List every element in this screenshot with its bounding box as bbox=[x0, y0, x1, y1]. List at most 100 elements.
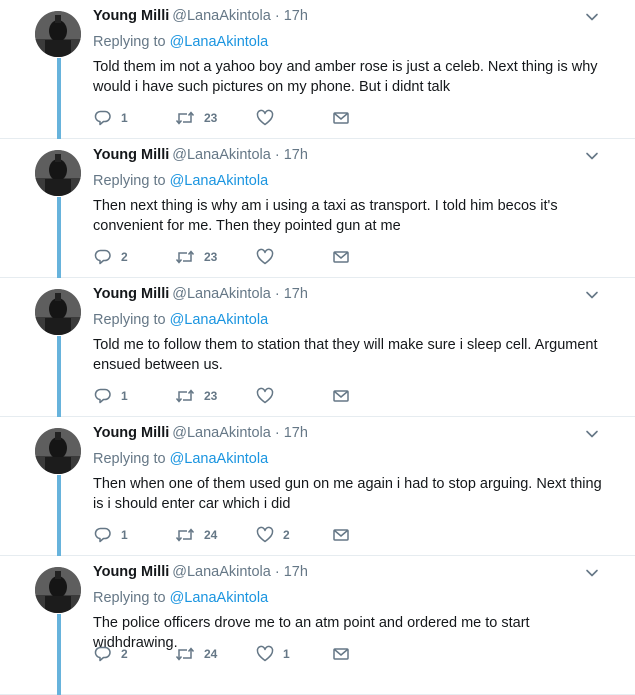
tweet[interactable]: Young Milli @LanaAkintola · 17h Replying … bbox=[0, 0, 635, 139]
reply-count: 1 bbox=[121, 389, 128, 403]
mention-link[interactable]: @LanaAkintola bbox=[170, 34, 269, 50]
user-handle[interactable]: @LanaAkintola bbox=[172, 564, 271, 580]
tweet-text: Then when one of them used gun on me aga… bbox=[93, 476, 602, 512]
like-count: 1 bbox=[283, 647, 290, 661]
user-handle[interactable]: @LanaAkintola bbox=[172, 286, 271, 302]
replying-to-label: Replying to bbox=[93, 451, 166, 467]
tweet-actions: 1 24 2 bbox=[93, 526, 363, 544]
direct-message-button[interactable] bbox=[332, 387, 350, 405]
user-handle[interactable]: @LanaAkintola bbox=[172, 425, 271, 441]
avatar[interactable] bbox=[35, 428, 81, 474]
heart-icon bbox=[256, 645, 274, 663]
tweet-actions: 1 23 bbox=[93, 109, 363, 127]
direct-message-button[interactable] bbox=[332, 248, 350, 266]
tweet-header: Young Milli @LanaAkintola · 17h bbox=[93, 286, 308, 302]
like-button[interactable] bbox=[256, 109, 283, 127]
thread-connector bbox=[57, 58, 61, 139]
direct-message-button[interactable] bbox=[332, 526, 350, 544]
reply-count: 2 bbox=[121, 647, 128, 661]
reply-button[interactable]: 1 bbox=[94, 109, 128, 127]
avatar[interactable] bbox=[35, 11, 81, 57]
avatar[interactable] bbox=[35, 567, 81, 613]
separator-dot: · bbox=[274, 425, 280, 441]
envelope-icon bbox=[332, 645, 350, 663]
retweet-icon bbox=[175, 248, 195, 266]
reply-icon bbox=[94, 645, 112, 663]
chevron-down-icon[interactable] bbox=[585, 427, 599, 441]
retweet-button[interactable]: 23 bbox=[175, 248, 217, 266]
chevron-down-icon[interactable] bbox=[585, 149, 599, 163]
direct-message-button[interactable] bbox=[332, 645, 350, 663]
replying-to: Replying to @LanaAkintola bbox=[93, 173, 268, 189]
tweet-header: Young Milli @LanaAkintola · 17h bbox=[93, 8, 308, 24]
reply-button[interactable]: 1 bbox=[94, 526, 128, 544]
display-name[interactable]: Young Milli bbox=[93, 425, 169, 441]
chevron-down-icon[interactable] bbox=[585, 566, 599, 580]
tweet-thread: Young Milli @LanaAkintola · 17h Replying … bbox=[0, 0, 635, 695]
like-button[interactable]: 1 bbox=[256, 645, 290, 663]
separator-dot: · bbox=[274, 147, 280, 163]
timestamp[interactable]: 17h bbox=[284, 286, 308, 302]
reply-count: 1 bbox=[121, 528, 128, 542]
retweet-count: 23 bbox=[204, 250, 218, 264]
tweet-actions: 1 23 bbox=[93, 387, 363, 405]
tweet-header: Young Milli @LanaAkintola · 17h bbox=[93, 425, 308, 441]
heart-icon bbox=[256, 248, 274, 266]
like-button[interactable]: 2 bbox=[256, 526, 290, 544]
retweet-count: 23 bbox=[204, 389, 218, 403]
tweet[interactable]: Young Milli @LanaAkintola · 17h Replying … bbox=[0, 139, 635, 278]
retweet-icon bbox=[175, 526, 195, 544]
envelope-icon bbox=[332, 526, 350, 544]
tweet[interactable]: Young Milli @LanaAkintola · 17h Replying … bbox=[0, 556, 635, 695]
tweet[interactable]: Young Milli @LanaAkintola · 17h Replying … bbox=[0, 417, 635, 556]
reply-count: 1 bbox=[121, 111, 128, 125]
avatar[interactable] bbox=[35, 150, 81, 196]
heart-icon bbox=[256, 387, 274, 405]
retweet-button[interactable]: 24 bbox=[175, 526, 217, 544]
mention-link[interactable]: @LanaAkintola bbox=[170, 312, 269, 328]
reply-button[interactable]: 2 bbox=[94, 645, 128, 663]
heart-icon bbox=[256, 109, 274, 127]
retweet-icon bbox=[175, 645, 195, 663]
retweet-button[interactable]: 23 bbox=[175, 387, 217, 405]
retweet-icon bbox=[175, 387, 195, 405]
timestamp[interactable]: 17h bbox=[284, 564, 308, 580]
direct-message-button[interactable] bbox=[332, 109, 350, 127]
user-handle[interactable]: @LanaAkintola bbox=[172, 8, 271, 24]
retweet-count: 24 bbox=[204, 647, 218, 661]
separator-dot: · bbox=[274, 286, 280, 302]
replying-to: Replying to @LanaAkintola bbox=[93, 312, 268, 328]
thread-connector bbox=[57, 475, 61, 556]
display-name[interactable]: Young Milli bbox=[93, 564, 169, 580]
display-name[interactable]: Young Milli bbox=[93, 8, 169, 24]
replying-to-label: Replying to bbox=[93, 312, 166, 328]
reply-icon bbox=[94, 526, 112, 544]
separator-dot: · bbox=[274, 564, 280, 580]
reply-button[interactable]: 1 bbox=[94, 387, 128, 405]
display-name[interactable]: Young Milli bbox=[93, 286, 169, 302]
display-name[interactable]: Young Milli bbox=[93, 147, 169, 163]
reply-button[interactable]: 2 bbox=[94, 248, 128, 266]
avatar[interactable] bbox=[35, 289, 81, 335]
chevron-down-icon[interactable] bbox=[585, 288, 599, 302]
timestamp[interactable]: 17h bbox=[284, 8, 308, 24]
separator-dot: · bbox=[274, 8, 280, 24]
like-count: 2 bbox=[283, 528, 290, 542]
reply-icon bbox=[94, 248, 112, 266]
envelope-icon bbox=[332, 248, 350, 266]
mention-link[interactable]: @LanaAkintola bbox=[170, 173, 269, 189]
thread-connector bbox=[57, 197, 61, 278]
chevron-down-icon[interactable] bbox=[585, 10, 599, 24]
tweet[interactable]: Young Milli @LanaAkintola · 17h Replying … bbox=[0, 278, 635, 417]
mention-link[interactable]: @LanaAkintola bbox=[170, 451, 269, 467]
retweet-button[interactable]: 23 bbox=[175, 109, 217, 127]
reply-icon bbox=[94, 387, 112, 405]
user-handle[interactable]: @LanaAkintola bbox=[172, 147, 271, 163]
like-button[interactable] bbox=[256, 248, 283, 266]
timestamp[interactable]: 17h bbox=[284, 425, 308, 441]
retweet-button[interactable]: 24 bbox=[175, 645, 217, 663]
timestamp[interactable]: 17h bbox=[284, 147, 308, 163]
tweet-actions: 2 23 bbox=[93, 248, 363, 266]
like-button[interactable] bbox=[256, 387, 283, 405]
mention-link[interactable]: @LanaAkintola bbox=[170, 590, 269, 606]
